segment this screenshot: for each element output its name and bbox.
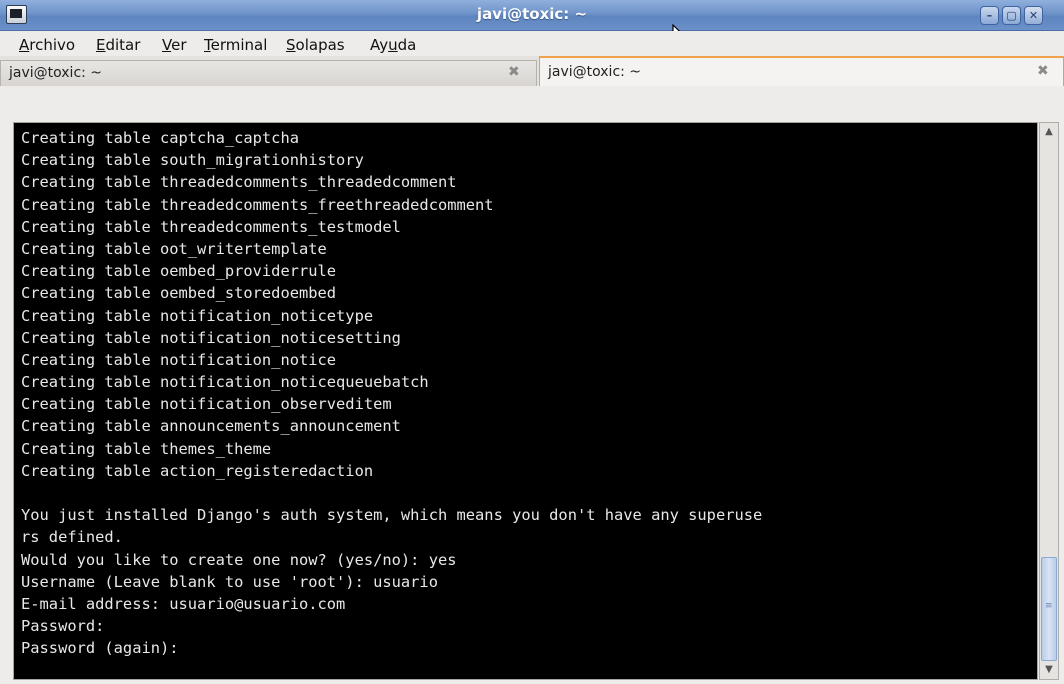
- menu-ayuda[interactable]: Ayuda: [370, 36, 416, 54]
- terminal-line: Creating table threadedcomments_freethre…: [21, 195, 494, 214]
- close-tab-icon[interactable]: ✖: [1037, 63, 1049, 79]
- terminal-line: Creating table notification_noticequeueb…: [21, 373, 429, 392]
- scroll-down-icon[interactable]: ▼: [1041, 662, 1057, 678]
- scroll-up-icon[interactable]: ▲: [1041, 124, 1057, 140]
- terminal-line: Creating table notification_noticesettin…: [21, 328, 401, 347]
- window-title: javi@toxic: ~: [476, 5, 588, 23]
- terminal-line: Creating table notification_noticetype: [21, 306, 374, 325]
- terminal-line: Creating table themes_theme: [21, 439, 272, 458]
- terminal-line: Password (again):: [21, 639, 179, 658]
- grip-icon: ≡: [1045, 601, 1053, 611]
- terminal-line: Creating table notification_observeditem: [21, 395, 392, 414]
- terminal-line: Creating table south_migrationhistory: [21, 151, 364, 170]
- tab-terminal-2[interactable]: javi@toxic: ~ ✖: [539, 56, 1064, 86]
- menu-bar: Archivo Editar Ver Terminal Solapas Ayud…: [0, 31, 1064, 56]
- terminal-text: Creating table captcha_captcha Creating t…: [21, 127, 762, 660]
- terminal-line: Creating table threadedcomments_testmode…: [21, 217, 401, 236]
- terminal-line: Creating table oembed_storedoembed: [21, 284, 337, 303]
- terminal-line: Username (Leave blank to use 'root'): us…: [21, 572, 438, 591]
- terminal-line: Creating table notification_notice: [21, 350, 337, 369]
- close-tab-icon[interactable]: ✖: [508, 64, 520, 80]
- terminal-line: Creating table oembed_providerrule: [21, 262, 337, 281]
- terminal-line: E-mail address: usuario@usuario.com: [21, 594, 346, 613]
- terminal-line: Creating table threadedcomments_threaded…: [21, 173, 457, 192]
- tab-terminal-1[interactable]: javi@toxic: ~ ✖: [0, 60, 537, 86]
- close-button[interactable]: ✕: [1024, 6, 1043, 25]
- terminal-line: Would you like to create one now? (yes/n…: [21, 550, 457, 569]
- menu-archivo[interactable]: Archivo: [19, 36, 75, 54]
- tab-bar: javi@toxic: ~ ✖ javi@toxic: ~ ✖: [0, 56, 1064, 86]
- tab-label: javi@toxic: ~: [548, 64, 642, 80]
- terminal-window: javi@toxic: ~ – ▢ ✕ Archivo Editar Ver T…: [0, 0, 1064, 684]
- terminal-output[interactable]: Creating table captcha_captcha Creating t…: [13, 122, 1038, 680]
- terminal-line: Creating table action_registeredaction: [21, 461, 374, 480]
- scrollbar-thumb[interactable]: ≡: [1041, 557, 1057, 661]
- menu-ver[interactable]: Ver: [162, 36, 187, 54]
- tab-label: javi@toxic: ~: [9, 65, 103, 81]
- maximize-button[interactable]: ▢: [1002, 6, 1021, 25]
- minimize-button[interactable]: –: [980, 6, 999, 25]
- terminal-line: Password:: [21, 617, 105, 636]
- minimize-icon: –: [986, 9, 993, 22]
- terminal-line: You just installed Django's auth system,…: [21, 506, 763, 525]
- vertical-scrollbar[interactable]: ▲ ≡ ▼: [1039, 122, 1059, 680]
- terminal-line: rs defined.: [21, 528, 123, 547]
- terminal-line: Creating table oot_writertemplate: [21, 239, 327, 258]
- menu-solapas[interactable]: Solapas: [286, 36, 345, 54]
- close-icon: ✕: [1028, 9, 1039, 22]
- menu-terminal[interactable]: Terminal: [204, 36, 267, 54]
- title-bar[interactable]: javi@toxic: ~ – ▢ ✕: [0, 0, 1064, 31]
- terminal-line: Creating table captcha_captcha: [21, 129, 299, 147]
- maximize-icon: ▢: [1006, 9, 1017, 22]
- terminal-line: Creating table announcements_announcemen…: [21, 417, 401, 436]
- menu-editar[interactable]: Editar: [96, 36, 140, 54]
